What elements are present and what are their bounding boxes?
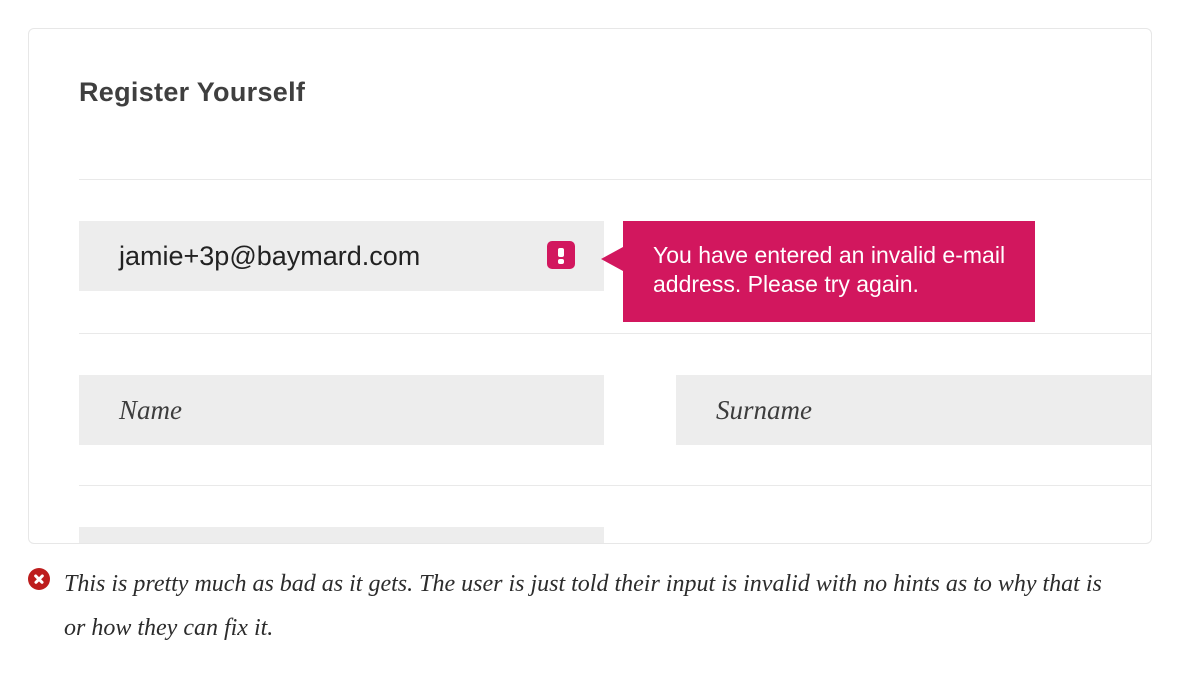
figure-caption: This is pretty much as bad as it gets. T… [28,562,1152,651]
surname-placeholder: Surname [716,395,812,426]
name-field[interactable]: Name [79,375,604,445]
form-heading: Register Yourself [79,77,1151,108]
form-card: Register Yourself jamie+3p@baymard.com Y… [28,28,1152,544]
email-value: jamie+3p@baymard.com [119,241,420,272]
error-icon [547,241,575,269]
error-message: You have entered an invalid e-mail addre… [653,242,1005,297]
surname-field[interactable]: Surname [676,375,1151,445]
divider [79,179,1151,180]
error-circle-icon [28,568,50,590]
birth-date-field[interactable]: Birth Date [79,527,604,544]
divider [79,485,1151,486]
error-tooltip: You have entered an invalid e-mail addre… [623,221,1035,322]
email-field[interactable]: jamie+3p@baymard.com [79,221,604,291]
divider [79,333,1151,334]
caption-text: This is pretty much as bad as it gets. T… [64,562,1124,651]
name-placeholder: Name [119,395,182,426]
